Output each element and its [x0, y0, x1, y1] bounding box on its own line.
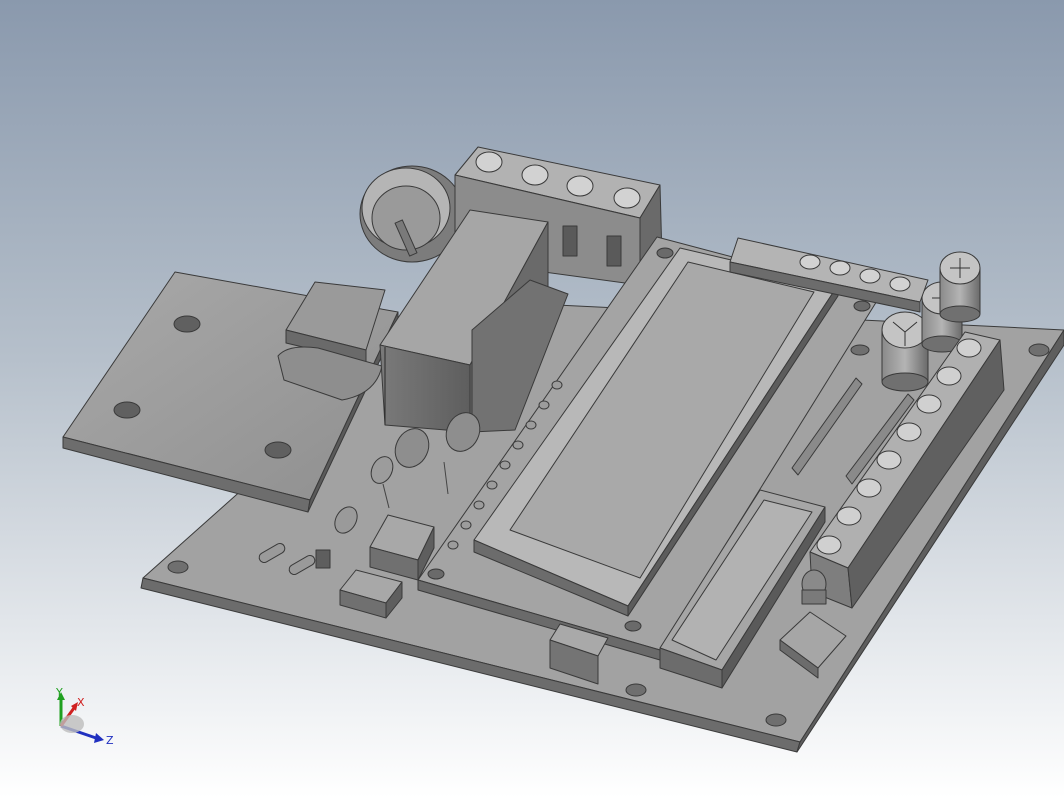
cad-viewport[interactable] [0, 0, 1064, 798]
axis-z-label: Z [106, 734, 114, 747]
axis-triad: Y X Z [55, 686, 114, 747]
capacitor-3[interactable] [939, 251, 981, 323]
transistor[interactable] [801, 569, 827, 605]
capacitor-1[interactable] [881, 311, 929, 392]
pcb-assembly-model[interactable] [62, 146, 1064, 753]
axis-z-arrowhead [94, 733, 104, 743]
axis-x-label: X [77, 696, 85, 709]
axis-y-label: Y [55, 686, 63, 699]
triad-origin-disc [60, 715, 84, 733]
